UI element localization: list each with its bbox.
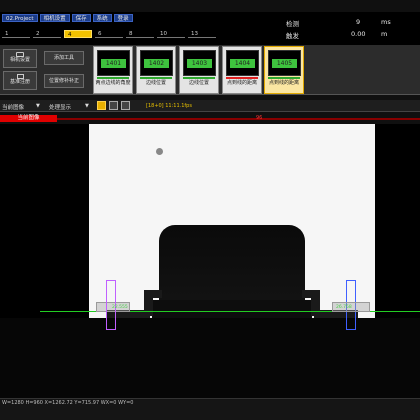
view-mode-icon[interactable] bbox=[97, 101, 106, 110]
top-bar: 02.Project 相机设置 保存 系统 登录 1 2 4 6 8 10 13 检测 9 ms 触… bbox=[0, 12, 420, 45]
detect-value: 9 bbox=[356, 18, 361, 26]
detect-label: 检测 bbox=[286, 20, 299, 28]
add-tool-label: 添加工具 bbox=[53, 55, 74, 61]
menu-button[interactable]: 02.Project bbox=[2, 14, 38, 22]
lower-dark-region bbox=[0, 318, 420, 398]
save-image-icon[interactable] bbox=[109, 101, 118, 110]
tool-card[interactable]: 1403 边线位置 bbox=[179, 46, 219, 94]
ng-status-line bbox=[57, 118, 420, 120]
component-base bbox=[152, 300, 312, 318]
fps-readout: [18+0] 11:11.1fps bbox=[146, 103, 192, 109]
tool-thumbnail: 1403 bbox=[183, 50, 216, 76]
trigger-label: 触发 bbox=[286, 32, 299, 40]
pixel-info: W=1280 H=960 X=1262.72 Y=715.97 WX=0 WY=… bbox=[2, 400, 134, 406]
menu-button[interactable]: 保存 bbox=[71, 14, 91, 22]
camera-tab[interactable]: 10 bbox=[157, 30, 185, 38]
tool-thumbnail: 1402 bbox=[140, 50, 173, 76]
camera-tab[interactable]: 13 bbox=[188, 30, 216, 38]
trigger-value: 0.00 bbox=[351, 30, 366, 38]
menu-button[interactable]: 系统 bbox=[92, 14, 112, 22]
camera-tabs: 1 2 4 6 8 10 13 bbox=[2, 30, 219, 38]
menu-row: 02.Project 相机设置 保存 系统 登录 bbox=[2, 14, 135, 22]
tool-thumbnail: 1404 bbox=[226, 50, 259, 76]
monitor-icon[interactable] bbox=[121, 101, 130, 110]
camera-tab[interactable]: 6 bbox=[95, 30, 123, 38]
dust-speck bbox=[156, 148, 163, 155]
datum-register-button[interactable]: 基准注册 bbox=[3, 71, 37, 90]
toolbar: 相机设置 基准注册 添加工具 位置修补补正 1401 两点边线的角度 1402 边线位… bbox=[0, 45, 420, 95]
camera-tab[interactable]: 1 bbox=[2, 30, 30, 38]
camera-tab[interactable]: 4 bbox=[64, 30, 92, 38]
current-image-select[interactable]: 当前图像 bbox=[2, 103, 24, 111]
detect-unit: ms bbox=[381, 18, 391, 26]
tool-number: 1401 bbox=[105, 60, 122, 67]
add-tool-button[interactable]: 添加工具 bbox=[44, 51, 84, 65]
camera-tab[interactable]: 8 bbox=[126, 30, 154, 38]
current-image-tab[interactable]: 当前图像 bbox=[0, 115, 57, 122]
measurement-label: 26.758 bbox=[336, 305, 352, 310]
menu-button[interactable]: 登录 bbox=[113, 14, 133, 22]
tool-number: 1403 bbox=[191, 60, 208, 67]
app-window: 02.Project 相机设置 保存 系统 登录 1 2 4 6 8 10 13 检测 9 ms 触… bbox=[0, 0, 420, 420]
tool-caption: 边线位置 bbox=[145, 80, 166, 86]
measurement-label: 22.555 bbox=[112, 305, 128, 310]
tool-status-indicator bbox=[226, 77, 258, 79]
datum-register-label: 基准注册 bbox=[9, 79, 30, 85]
tool-caption: 点到线的距离 bbox=[268, 80, 299, 86]
camera-settings-label: 相机设置 bbox=[9, 57, 30, 63]
tool-caption: 边线位置 bbox=[188, 80, 209, 86]
tool-number: 1402 bbox=[148, 60, 165, 67]
tool-status-indicator bbox=[97, 77, 129, 79]
tool-card[interactable]: 1404 点到线的距离 bbox=[222, 46, 262, 94]
ng-marker: 96 bbox=[256, 115, 263, 121]
tool-status-indicator bbox=[183, 77, 215, 79]
camera-settings-button[interactable]: 相机设置 bbox=[3, 49, 37, 68]
trigger-unit: m bbox=[381, 30, 388, 38]
processed-view-select[interactable]: 处理显示 bbox=[49, 103, 71, 111]
position-correction-label: 位置修补补正 bbox=[48, 78, 79, 84]
tool-thumbnail: 1401 bbox=[97, 50, 130, 76]
tool-number: 1405 bbox=[276, 60, 293, 67]
tool-caption: 点到线的距离 bbox=[226, 80, 257, 86]
tool-card[interactable]: 1405 点到线的距离 bbox=[264, 46, 304, 94]
image-control-bar: 当前图像 ▼ 处理显示 ▼ [18+0] 11:11.1fps bbox=[0, 100, 420, 112]
position-correction-button[interactable]: 位置修补补正 bbox=[44, 74, 84, 88]
status-bar: W=1280 H=960 X=1262.72 Y=715.97 WX=0 WY=… bbox=[0, 398, 420, 420]
tool-status-indicator bbox=[140, 77, 172, 79]
camera-tab[interactable]: 2 bbox=[33, 30, 61, 38]
tool-caption: 两点边线的角度 bbox=[95, 80, 131, 86]
tool-number: 1404 bbox=[234, 60, 251, 67]
chevron-down-icon: ▼ bbox=[85, 103, 89, 109]
tool-card[interactable]: 1402 边线位置 bbox=[136, 46, 176, 94]
tool-thumbnail: 1405 bbox=[268, 50, 301, 76]
chevron-down-icon: ▼ bbox=[36, 103, 40, 109]
menu-button[interactable]: 相机设置 bbox=[39, 14, 70, 22]
tool-status-indicator bbox=[268, 77, 300, 79]
image-viewport[interactable]: 22.555 26.758 bbox=[0, 124, 420, 398]
tool-card[interactable]: 1401 两点边线的角度 bbox=[93, 46, 133, 94]
